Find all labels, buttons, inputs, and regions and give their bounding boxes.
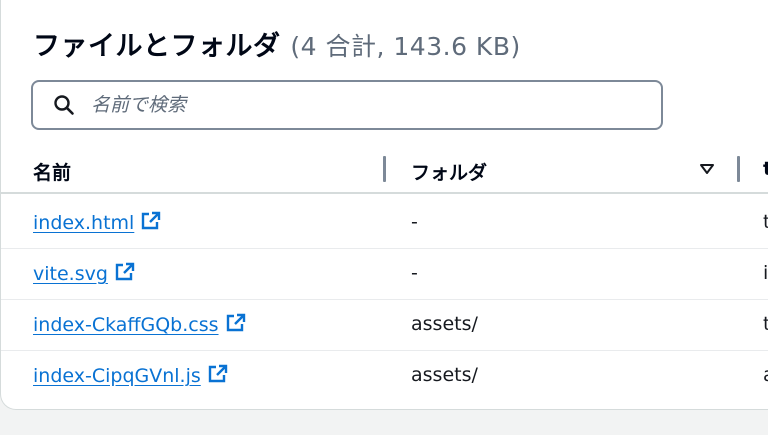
file-link[interactable]: index-CipqGVnl.js: [33, 365, 201, 387]
file-link-cell: index.html: [33, 211, 162, 234]
external-link-icon[interactable]: [140, 211, 162, 231]
file-link[interactable]: vite.svg: [33, 263, 108, 285]
type-cell: t: [763, 211, 768, 233]
type-cell: a: [763, 364, 768, 386]
search-icon: [54, 95, 74, 115]
table-row: index.html - t: [1, 197, 768, 249]
external-link-icon[interactable]: [114, 262, 136, 282]
file-link[interactable]: index-CkaffGQb.css: [33, 314, 219, 336]
file-link[interactable]: index.html: [33, 212, 134, 234]
sort-desc-icon[interactable]: [699, 161, 715, 177]
panel-title-text: ファイルとフォルダ: [33, 31, 281, 62]
file-link-cell: index-CkaffGQb.css: [33, 313, 247, 336]
file-link-cell: index-CipqGVnl.js: [33, 364, 229, 387]
column-resize-handle[interactable]: [737, 156, 740, 182]
panel-title: ファイルとフォルダ (4 合計, 143.6 KB): [33, 24, 521, 63]
folder-cell: -: [411, 211, 418, 233]
external-link-icon[interactable]: [207, 364, 229, 384]
external-link-icon[interactable]: [225, 313, 247, 333]
search-input[interactable]: [89, 93, 613, 117]
column-header-name[interactable]: 名前: [33, 158, 71, 185]
type-cell: t: [763, 313, 768, 335]
folder-cell: assets/: [411, 364, 478, 386]
column-header-folder[interactable]: フォルダ: [411, 158, 487, 185]
table-header: 名前 フォルダ t: [1, 146, 768, 194]
column-resize-handle[interactable]: [383, 156, 386, 182]
table-row: vite.svg - i: [1, 248, 768, 300]
column-header-type[interactable]: t: [763, 158, 768, 180]
panel-title-count: (4 合計, 143.6 KB): [290, 32, 521, 61]
folder-cell: assets/: [411, 313, 478, 335]
files-panel: ファイルとフォルダ (4 合計, 143.6 KB) 名前 フォルダ t ind…: [0, 0, 768, 410]
folder-cell: -: [411, 262, 418, 284]
search-box[interactable]: [31, 80, 663, 130]
table-row: index-CipqGVnl.js assets/ a: [1, 350, 768, 402]
table-row: index-CkaffGQb.css assets/ t: [1, 299, 768, 351]
type-cell: i: [763, 262, 768, 284]
file-link-cell: vite.svg: [33, 262, 136, 285]
